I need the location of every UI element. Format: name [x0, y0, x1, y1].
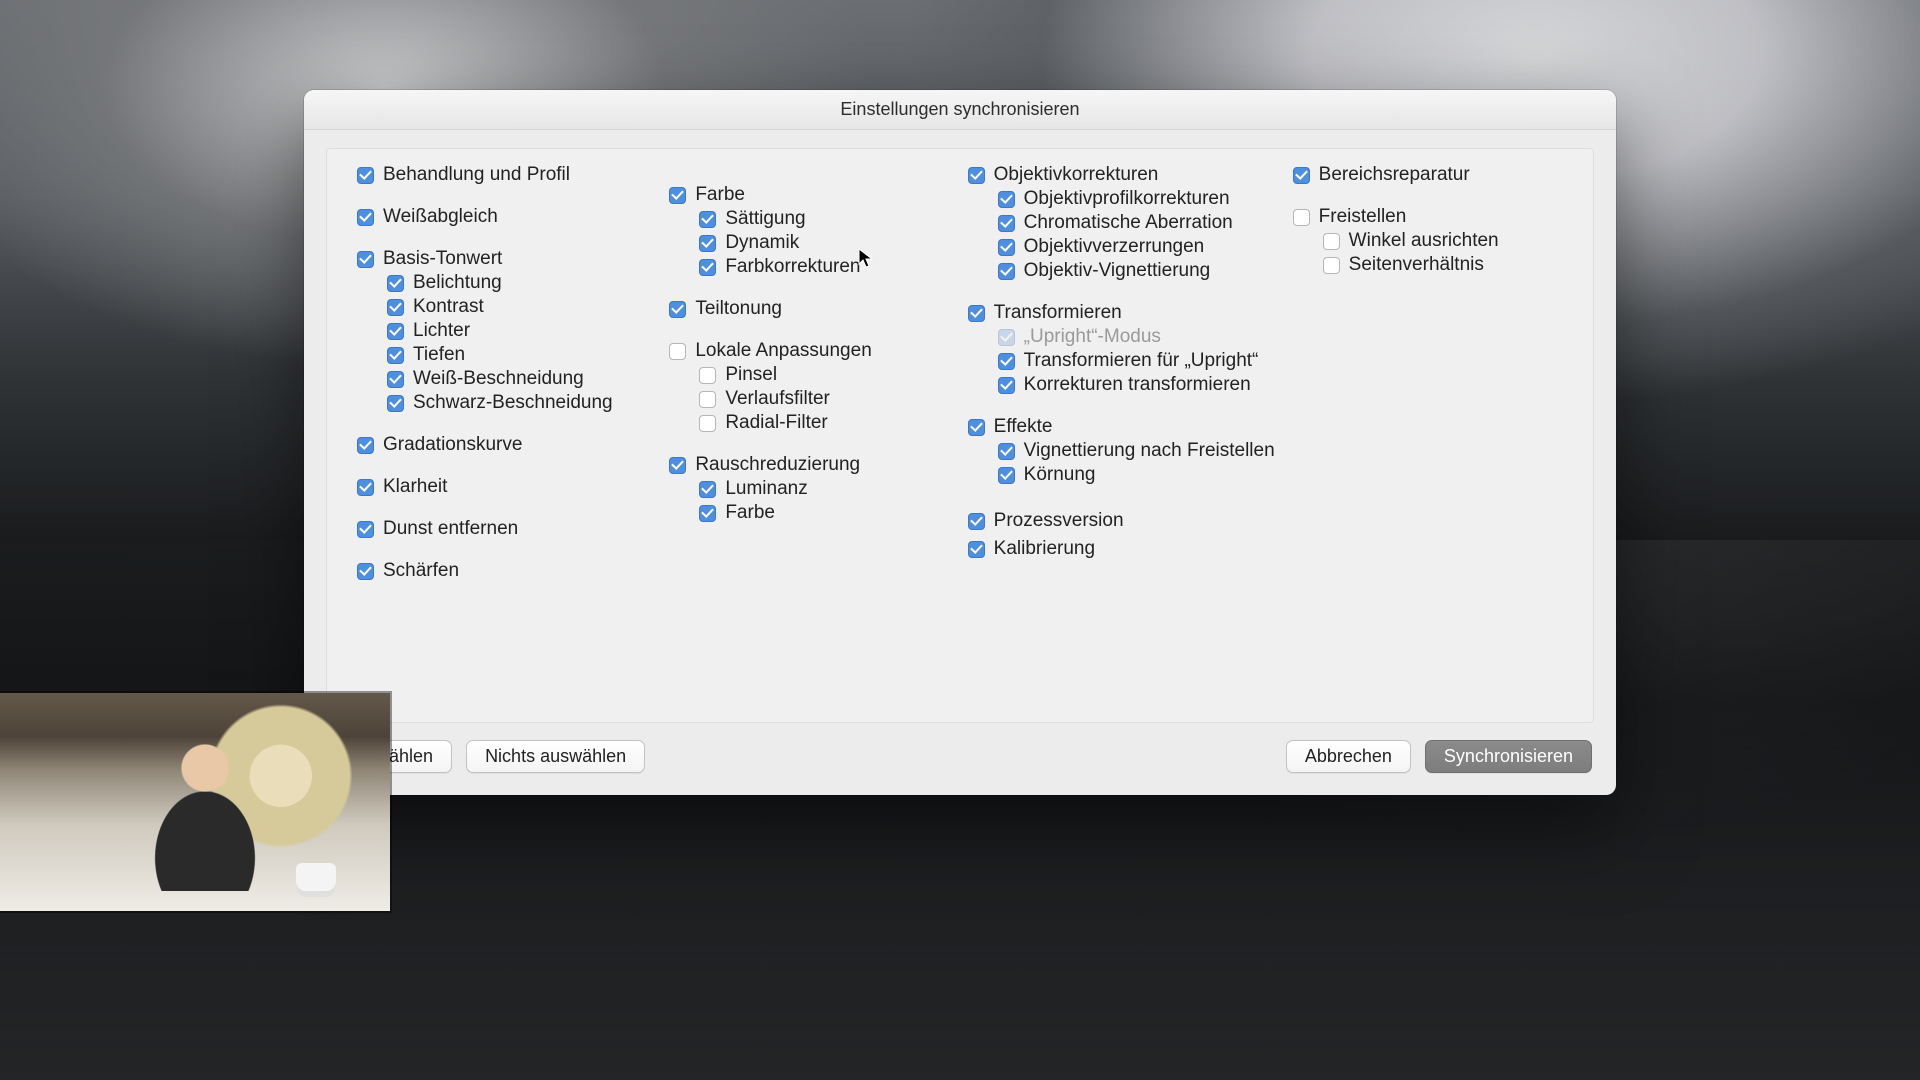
cb-blackclip[interactable]	[387, 395, 404, 412]
dialog-title: Einstellungen synchronisieren	[304, 90, 1616, 130]
cb-curve[interactable]	[357, 437, 374, 454]
synchronize-button[interactable]: Synchronisieren	[1425, 740, 1592, 773]
cb-local[interactable]	[669, 343, 686, 360]
column-1: Behandlung und Profil Weißabgleich Basis…	[357, 163, 651, 708]
cb-clarity[interactable]	[357, 479, 374, 496]
cb-lens[interactable]	[968, 167, 985, 184]
lbl-treatment: Behandlung und Profil	[383, 164, 570, 186]
cb-distort[interactable]	[998, 239, 1015, 256]
cb-colnoise[interactable]	[699, 505, 716, 522]
cb-straighten[interactable]	[1323, 233, 1340, 250]
sync-settings-dialog: Einstellungen synchronisieren Behandlung…	[304, 90, 1616, 795]
cb-grain[interactable]	[998, 467, 1015, 484]
cb-splittone[interactable]	[669, 301, 686, 318]
cb-aspect[interactable]	[1323, 257, 1340, 274]
cb-lum[interactable]	[699, 481, 716, 498]
cb-wb[interactable]	[357, 209, 374, 226]
cb-lensvign[interactable]	[998, 263, 1015, 280]
cb-trans-corr[interactable]	[998, 377, 1015, 394]
cb-gradfilter[interactable]	[699, 391, 716, 408]
webcam-person	[150, 741, 260, 891]
cb-vibrance[interactable]	[699, 235, 716, 252]
cb-chroma[interactable]	[998, 215, 1015, 232]
cb-whiteclip[interactable]	[387, 371, 404, 388]
cb-brush[interactable]	[699, 367, 716, 384]
cb-dehaze[interactable]	[357, 521, 374, 538]
webcam-frame	[0, 693, 390, 911]
cb-shadows[interactable]	[387, 347, 404, 364]
webcam-overlay	[0, 693, 390, 911]
cb-contrast[interactable]	[387, 299, 404, 316]
column-3: Objektivkorrekturen Objektivprofilkorrek…	[968, 163, 1275, 708]
dialog-title-text: Einstellungen synchronisieren	[840, 99, 1079, 120]
cb-coloradj[interactable]	[699, 259, 716, 276]
cb-effects[interactable]	[968, 419, 985, 436]
cb-noise[interactable]	[669, 457, 686, 474]
cb-treatment[interactable]	[357, 167, 374, 184]
cancel-button[interactable]: Abbrechen	[1286, 740, 1411, 773]
cb-spot[interactable]	[1293, 167, 1310, 184]
cb-basic[interactable]	[357, 251, 374, 268]
column-4: Bereichsreparatur Freistellen Winkel aus…	[1293, 163, 1573, 708]
cb-upright	[998, 329, 1015, 346]
select-none-button[interactable]: Nichts auswählen	[466, 740, 645, 773]
cb-transform[interactable]	[968, 305, 985, 322]
settings-panel: Behandlung und Profil Weißabgleich Basis…	[326, 148, 1594, 723]
cb-lensprofile[interactable]	[998, 191, 1015, 208]
cb-sharpen[interactable]	[357, 563, 374, 580]
cb-radialfilter[interactable]	[699, 415, 716, 432]
cb-crop[interactable]	[1293, 209, 1310, 226]
cb-upright-trans[interactable]	[998, 353, 1015, 370]
column-2: Farbe Sättigung Dynamik Farbkorrekturen …	[669, 163, 949, 708]
webcam-mug	[296, 863, 336, 897]
cb-postvign[interactable]	[998, 443, 1015, 460]
cb-color[interactable]	[669, 187, 686, 204]
dialog-footer: auswählen Nichts auswählen Abbrechen Syn…	[304, 723, 1616, 795]
lbl-basic: Basis-Tonwert	[383, 248, 502, 270]
cb-pv[interactable]	[968, 513, 985, 530]
cb-saturation[interactable]	[699, 211, 716, 228]
cb-highlights[interactable]	[387, 323, 404, 340]
cb-exposure[interactable]	[387, 275, 404, 292]
lbl-wb: Weißabgleich	[383, 206, 498, 228]
cb-calib[interactable]	[968, 541, 985, 558]
